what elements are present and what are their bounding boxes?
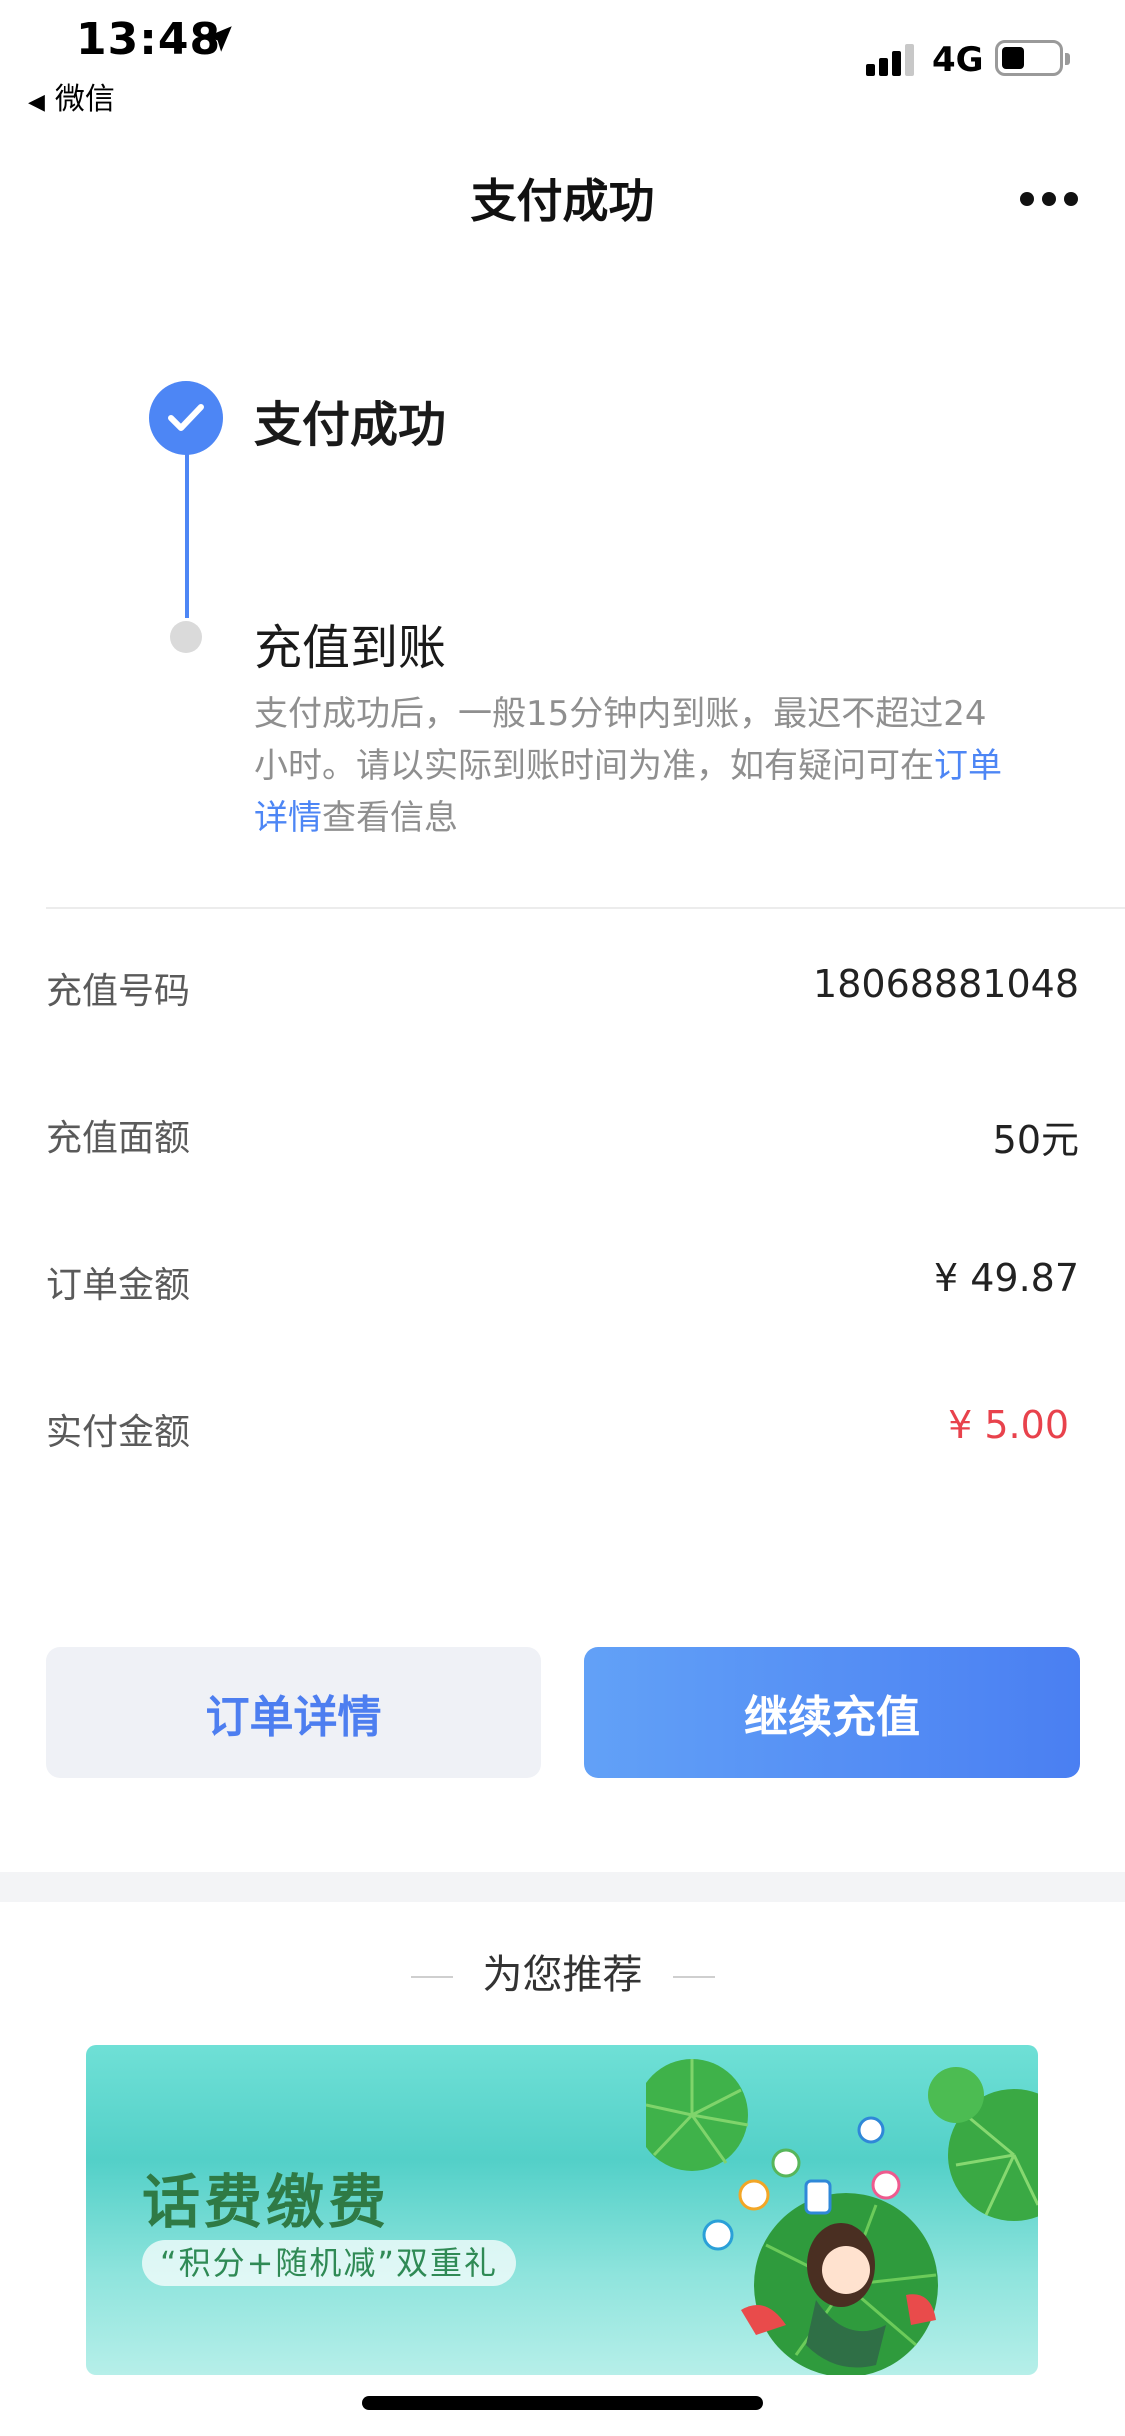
network-type: 4G xyxy=(932,40,984,80)
step-payment-success-title: 支付成功 xyxy=(254,397,447,453)
info-row-order-amount: 订单金额 ¥ 49.87 xyxy=(46,1256,1079,1316)
check-circle-icon xyxy=(149,381,223,455)
info-label: 充值面额 xyxy=(46,1118,191,1159)
payment-success-page: 13:48 ◀ 微信 4G 支付成功 支付成功 充值到账 支付成功后，一般15分钟… xyxy=(0,0,1125,2436)
lotus-leaf-girl-illustration xyxy=(646,2059,1038,2375)
info-value: ¥ 49.87 xyxy=(933,1256,1079,1300)
info-value: 50元 xyxy=(992,1118,1079,1162)
info-value: 18068881048 xyxy=(813,962,1079,1006)
step-recharge-description: 支付成功后，一般15分钟内到账，最迟不超过24小时。请以实际到账时间为准，如有疑… xyxy=(254,688,1014,844)
status-bar: 13:48 ◀ 微信 4G xyxy=(0,0,1125,130)
info-value-paid: ¥ 5.00 xyxy=(948,1403,1069,1447)
step-recharge-arrival-title: 充值到账 xyxy=(254,620,447,676)
more-options-icon[interactable] xyxy=(1016,182,1082,212)
step-connector-line xyxy=(185,448,189,618)
info-label: 订单金额 xyxy=(46,1265,191,1306)
promo-banner[interactable]: 话费缴费 “积分+随机减”双重礼 xyxy=(86,2045,1038,2375)
description-text: 支付成功后，一般15分钟内到账，最迟不超过24小时。请以实际到账时间为准，如有疑… xyxy=(254,694,987,786)
continue-recharge-button[interactable]: 继续充值 xyxy=(584,1647,1080,1778)
pending-step-dot-icon xyxy=(170,621,202,653)
info-row-phone: 充值号码 18068881048 xyxy=(46,962,1079,1022)
dash-right xyxy=(672,1976,715,1978)
back-triangle-icon: ◀ xyxy=(28,90,45,115)
banner-title: 话费缴费 xyxy=(142,2168,391,2236)
order-detail-button[interactable]: 订单详情 xyxy=(46,1647,541,1778)
page-title: 支付成功 xyxy=(470,174,655,228)
cellular-signal-icon xyxy=(866,42,918,76)
info-row-paid-amount: 实付金额 ¥ 5.00 xyxy=(46,1403,1079,1463)
description-text-end: 查看信息 xyxy=(322,798,458,838)
recommend-heading: 为您推荐 xyxy=(0,1942,1125,2000)
back-to-app-link[interactable]: ◀ 微信 xyxy=(28,74,115,118)
back-app-label: 微信 xyxy=(54,82,115,117)
info-row-denomination: 充值面额 50元 xyxy=(46,1109,1079,1169)
recommend-heading-text: 为您推荐 xyxy=(482,1952,643,1998)
info-label: 实付金额 xyxy=(46,1412,191,1453)
info-label: 充值号码 xyxy=(46,971,191,1012)
banner-subtitle: “积分+随机减”双重礼 xyxy=(142,2240,516,2286)
location-arrow-icon xyxy=(206,26,232,52)
home-indicator xyxy=(362,2396,763,2410)
divider xyxy=(46,907,1125,909)
battery-icon xyxy=(995,40,1070,76)
status-time: 13:48 xyxy=(76,14,222,65)
dash-left xyxy=(410,1976,453,1978)
section-separator xyxy=(0,1872,1125,1902)
